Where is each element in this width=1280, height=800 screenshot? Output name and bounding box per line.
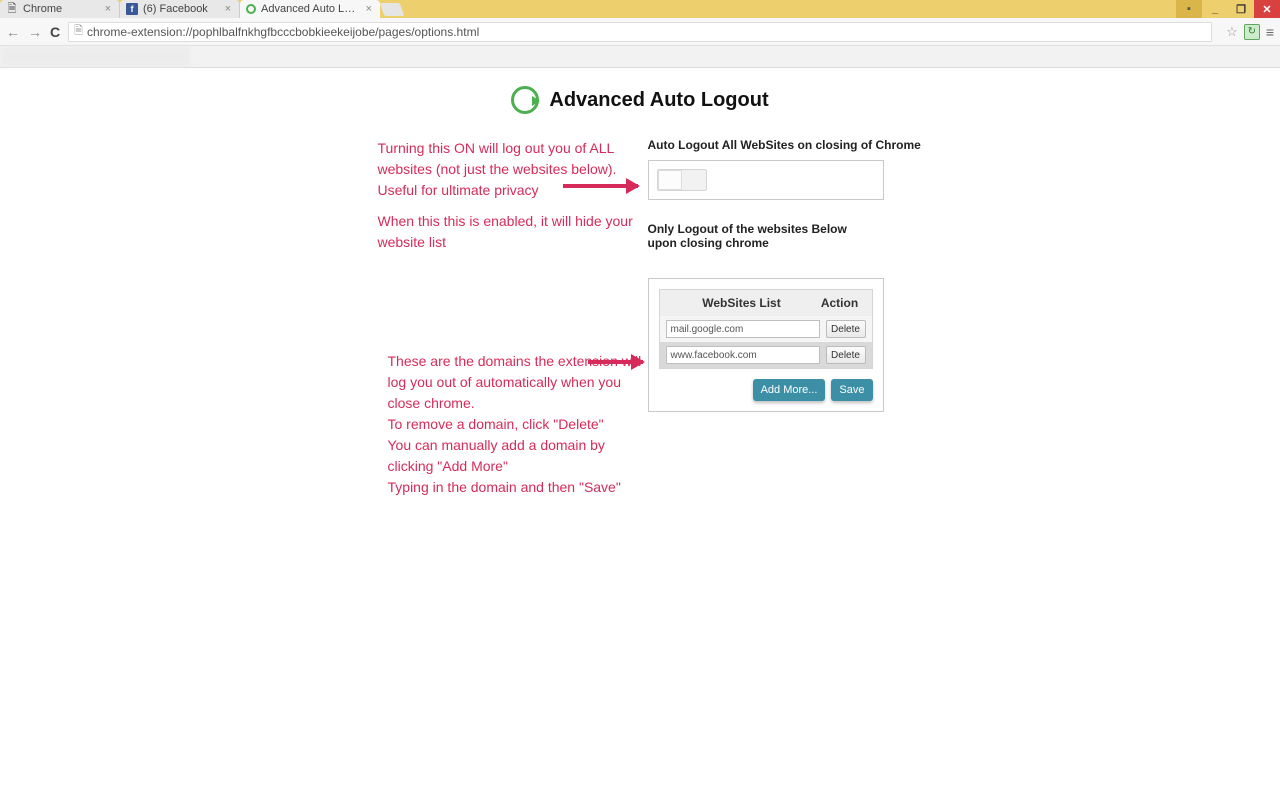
delete-button[interactable]: Delete [826,320,866,338]
tab-facebook[interactable]: f (6) Facebook × [120,0,240,18]
setting-label: Only Logout of the websites Below upon c… [648,222,868,250]
user-window-button[interactable]: ▪ [1176,0,1202,18]
arrow-icon [588,360,643,364]
tab-title: (6) Facebook [143,3,220,15]
tab-title: Advanced Auto Logo [261,3,361,15]
extension-icon [246,4,256,14]
annotation-text: To remove a domain, click "Delete" [388,414,648,435]
domain-input[interactable]: mail.google.com [666,320,820,338]
back-icon[interactable]: ← [6,24,20,40]
logo-refresh-icon [511,86,539,114]
chrome-menu-icon[interactable]: ≡ [1266,24,1274,40]
facebook-icon: f [126,3,138,15]
reload-icon[interactable]: C [50,24,60,40]
url-text: chrome-extension://pophlbalfnkhgfbcccbob… [87,25,479,39]
page-icon: 🗎 [74,22,83,41]
extension-badge-icon[interactable]: ↻ [1244,24,1260,40]
annotation-text: Typing in the domain and then "Save" [388,477,648,498]
close-window-button[interactable]: ✕ [1254,0,1280,18]
domain-input[interactable]: www.facebook.com [666,346,820,364]
add-more-button[interactable]: Add More... [753,379,826,401]
close-icon[interactable]: × [225,4,231,15]
tab-chrome[interactable]: 🗎 Chrome × [0,0,120,18]
column-header-action: Action [816,296,864,310]
websites-table: WebSites List Action mail.google.com Del… [659,289,873,369]
browser-toolbar: ← → C 🗎 chrome-extension://pophlbalfnkhg… [0,18,1280,46]
arrow-icon [563,184,638,188]
annotation-text: log you out of automatically when you cl… [388,372,648,414]
new-tab-button[interactable] [380,3,405,16]
page-header: Advanced Auto Logout [0,68,1280,128]
tab-advanced-auto-logout[interactable]: Advanced Auto Logo × [240,0,380,18]
annotation-text: Turning this ON will log out you of ALL … [378,138,648,201]
close-icon[interactable]: × [366,4,372,15]
websites-list-box: WebSites List Action mail.google.com Del… [648,278,884,412]
annotation-text: When this this is enabled, it will hide … [378,211,648,253]
save-button[interactable]: Save [831,379,872,401]
page-icon: 🗎 [6,3,18,15]
page-title: Advanced Auto Logout [549,89,768,112]
close-icon[interactable]: × [105,4,111,15]
delete-button[interactable]: Delete [826,346,866,364]
column-header-sites: WebSites List [668,296,816,310]
annotation-text: You can manually add a domain by clickin… [388,435,648,477]
bookmarks-bar [0,46,1280,68]
address-bar[interactable]: 🗎 chrome-extension://pophlbalfnkhgfbcccb… [68,22,1212,42]
toggle-knob [658,170,682,190]
table-header: WebSites List Action [660,290,872,316]
auto-logout-all-toggle[interactable] [657,169,707,191]
blurred-bookmarks [0,46,190,67]
forward-icon[interactable]: → [28,24,42,40]
setting-label: Auto Logout All WebSites on closing of C… [648,138,1028,152]
browser-tab-strip: 🗎 Chrome × f (6) Facebook × Advanced Aut… [0,0,1280,18]
maximize-window-button[interactable]: ❐ [1228,0,1254,18]
table-row: mail.google.com Delete [660,316,872,342]
table-row: www.facebook.com Delete [660,342,872,368]
auto-logout-all-box [648,160,884,200]
tab-title: Chrome [23,3,100,15]
annotation-column: Turning this ON will log out you of ALL … [253,138,648,498]
minimize-window-button[interactable]: _ [1202,0,1228,18]
bookmark-star-icon[interactable]: ☆ [1226,24,1238,40]
